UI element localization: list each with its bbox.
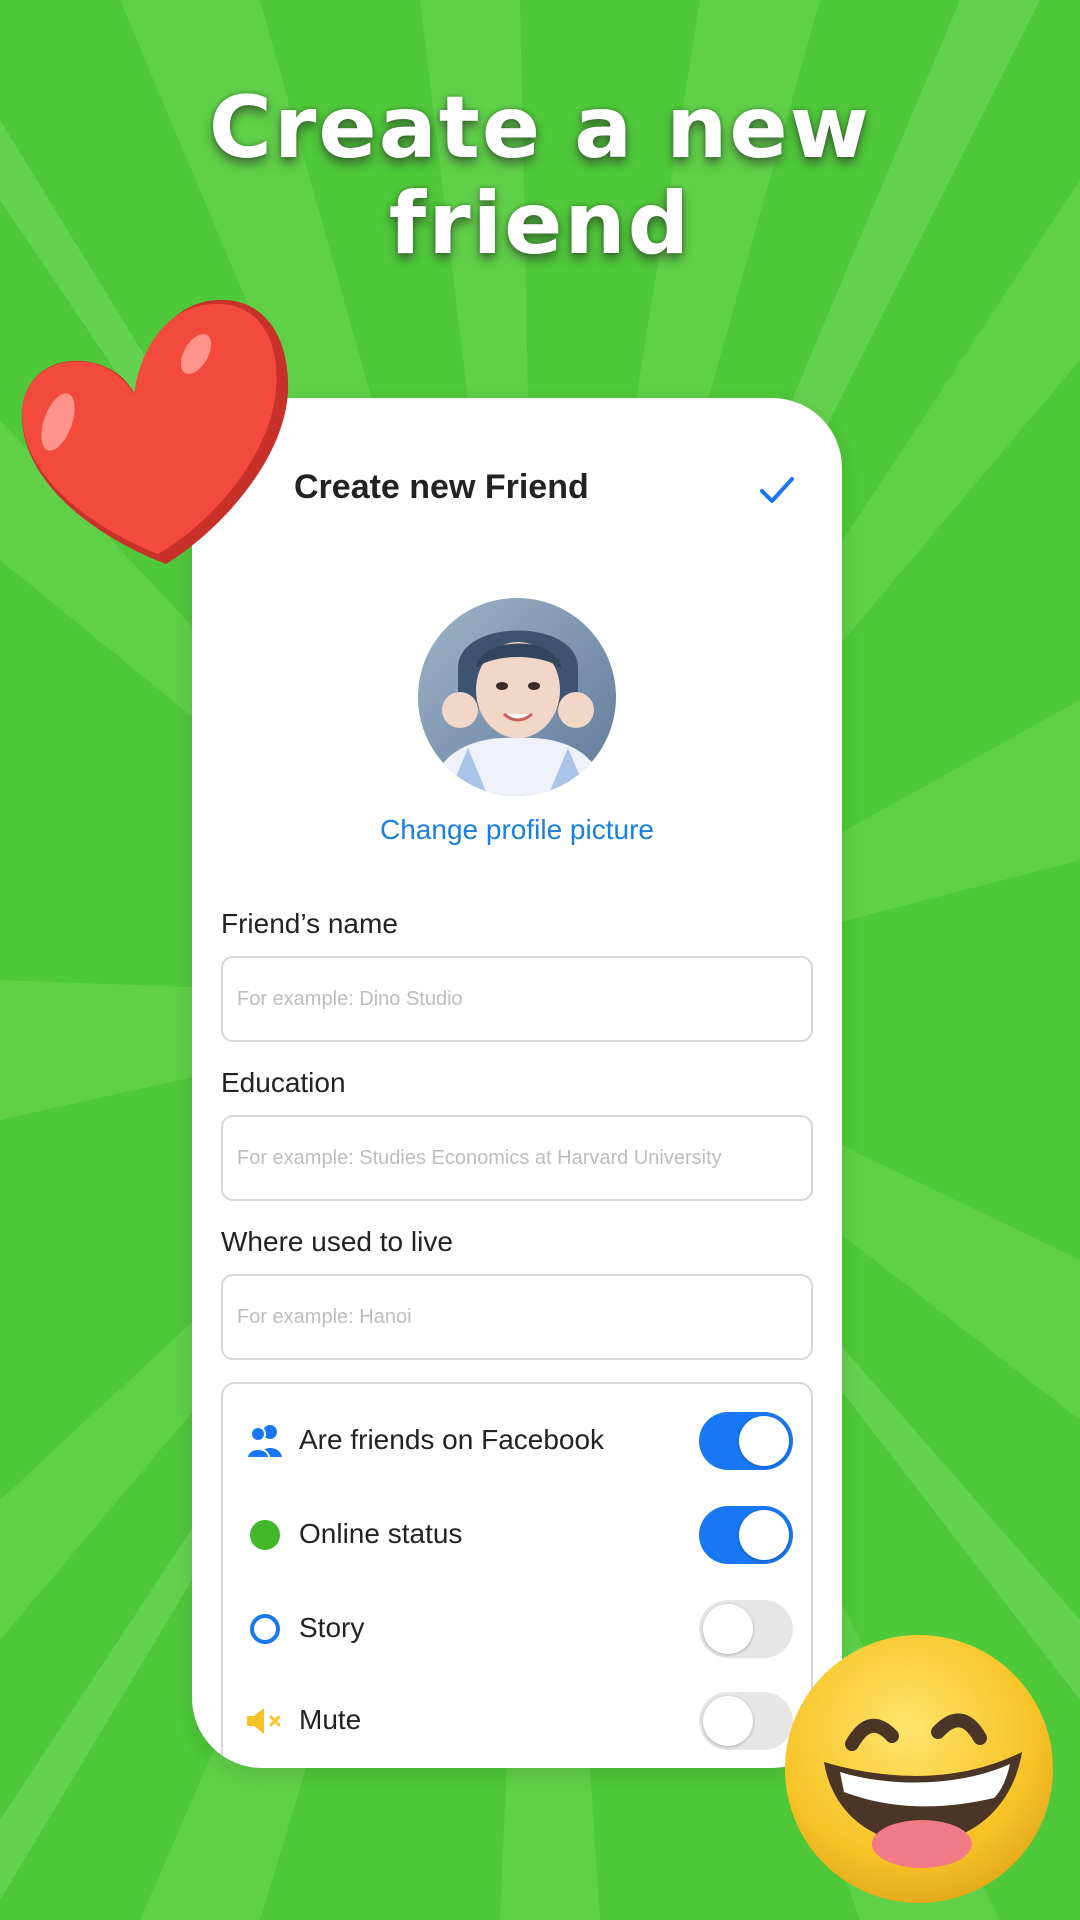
heart-sticker — [21, 299, 289, 564]
where-used-to-live-input[interactable] — [221, 1274, 813, 1360]
mute-label: Mute — [299, 1704, 362, 1735]
facebook-friends-label: Are friends on Facebook — [299, 1424, 605, 1455]
education-input[interactable] — [221, 1115, 813, 1201]
option-story: Story — [223, 1594, 811, 1664]
friends-icon — [245, 1423, 285, 1459]
story-label: Story — [299, 1612, 365, 1643]
checkmark-icon — [760, 477, 794, 503]
friend-name-label: Friend’s name — [221, 908, 398, 939]
option-mute: Mute — [223, 1686, 811, 1756]
option-online-status: Online status — [223, 1500, 811, 1570]
mute-toggle[interactable] — [699, 1692, 793, 1750]
change-profile-picture-link[interactable]: Change profile picture — [192, 814, 842, 846]
facebook-friends-toggle[interactable] — [699, 1412, 793, 1470]
phone-screen: Create new Friend Change profile picture… — [192, 398, 842, 1768]
friend-name-input[interactable] — [221, 956, 813, 1042]
avatar-image — [418, 598, 616, 796]
mute-icon — [245, 1703, 285, 1739]
education-label: Education — [221, 1067, 346, 1098]
options-panel: Are friends on Facebook Online status St… — [221, 1382, 813, 1768]
promo-headline: Create a new friend — [0, 80, 1080, 272]
story-ring-icon — [245, 1611, 285, 1647]
option-facebook-friends: Are friends on Facebook — [223, 1406, 811, 1476]
confirm-button[interactable] — [752, 468, 802, 512]
online-status-label: Online status — [299, 1518, 463, 1549]
laughing-emoji-sticker — [785, 1635, 1053, 1903]
online-dot-icon — [245, 1517, 285, 1553]
headline-line-1: Create a new — [208, 78, 872, 178]
where-used-to-live-label: Where used to live — [221, 1226, 453, 1257]
profile-avatar[interactable] — [418, 598, 616, 796]
headline-line-2: friend — [388, 174, 692, 274]
screen-title: Create new Friend — [294, 468, 589, 506]
story-toggle[interactable] — [699, 1600, 793, 1658]
online-status-toggle[interactable] — [699, 1506, 793, 1564]
